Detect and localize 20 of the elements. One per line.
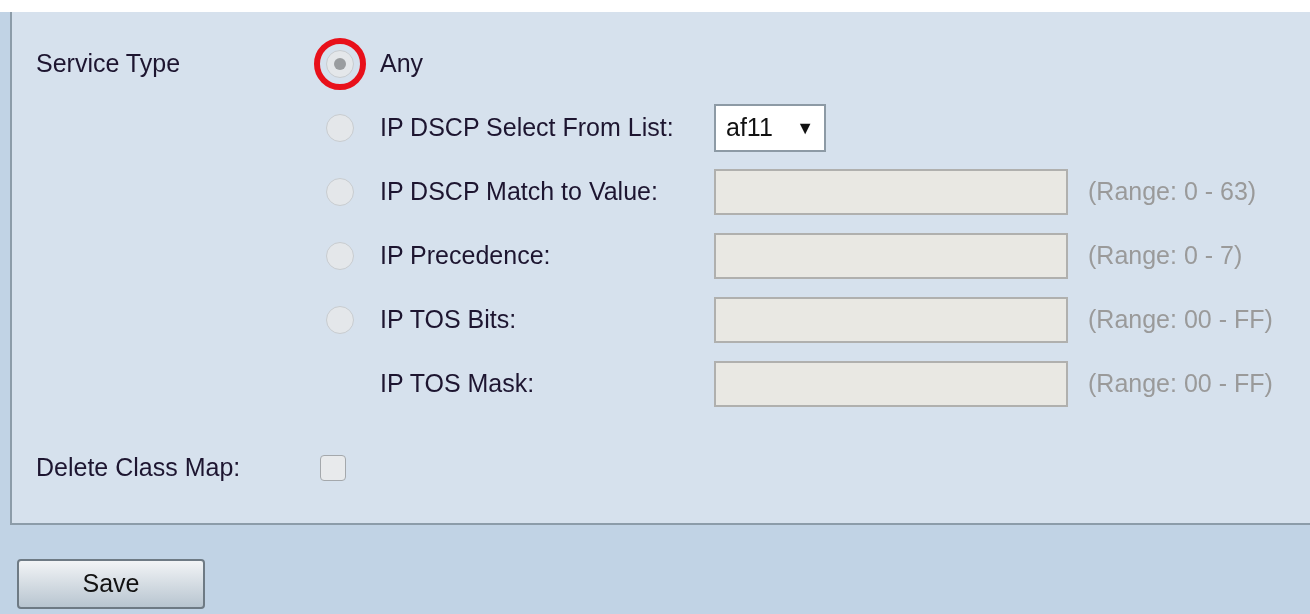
- save-button[interactable]: Save: [17, 559, 205, 609]
- range-hint: (Range: 0 - 63): [1088, 176, 1257, 208]
- radio-button[interactable]: [326, 178, 354, 206]
- range-hint: (Range: 00 - FF): [1088, 304, 1273, 336]
- field-label: Service Type: [36, 48, 181, 80]
- radio-button[interactable]: [326, 50, 354, 78]
- option-label: IP Precedence:: [380, 240, 552, 272]
- option-label: IP DSCP Match to Value:: [380, 176, 659, 208]
- range-hint: (Range: 0 - 7): [1088, 240, 1243, 272]
- dscp-dropdown[interactable]: af11 ▼: [714, 104, 826, 152]
- field-label: Delete Class Map:: [36, 452, 242, 484]
- radio-button[interactable]: [326, 114, 354, 142]
- range-hint: (Range: 00 - FF): [1088, 368, 1273, 400]
- option-label: IP TOS Mask:: [380, 368, 536, 400]
- checkbox[interactable]: [320, 455, 346, 481]
- option-label: IP TOS Bits:: [380, 304, 518, 336]
- radio-button[interactable]: [326, 306, 354, 334]
- option-label: IP DSCP Select From List:: [380, 112, 675, 144]
- option-label: Any: [380, 48, 425, 80]
- radio-button[interactable]: [326, 242, 354, 270]
